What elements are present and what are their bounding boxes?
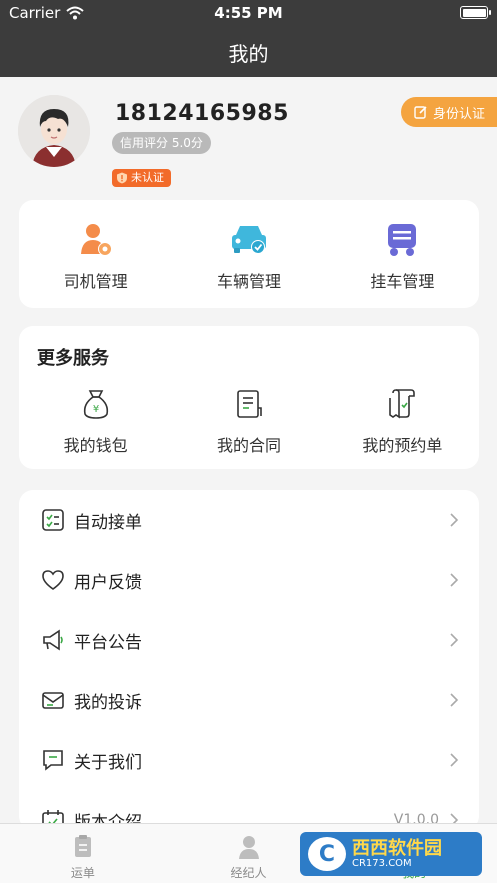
tab-label-waybill: 运单	[70, 866, 95, 880]
site-watermark: C 西西软件园 CR173.COM	[300, 832, 482, 876]
menu-item-about-us[interactable]: 关于我们	[19, 730, 479, 790]
tab-waybill[interactable]: 运单	[0, 824, 166, 883]
page-title: 我的	[228, 42, 269, 66]
watermark-sub-text: CR173.COM	[352, 858, 412, 870]
heart-icon	[42, 570, 64, 590]
wallet-icon: ¥	[83, 390, 108, 419]
svg-text:¥: ¥	[92, 404, 98, 415]
tab-label-broker: 经纪人	[230, 866, 267, 880]
unverified-label: 未认证	[131, 171, 164, 184]
credit-score-badge: 信用评分 5.0分	[112, 132, 211, 154]
menu-item-complaint[interactable]: 我的投诉	[19, 670, 479, 730]
menu-label-announcement: 平台公告	[74, 632, 142, 653]
menu-label-complaint: 我的投诉	[74, 692, 142, 713]
watermark-main-text: 西西软件园	[352, 837, 442, 859]
driver-management-button[interactable]: 司机管理	[19, 220, 172, 292]
watermark-logo-icon: C	[308, 837, 346, 871]
mail-icon	[42, 692, 64, 709]
more-services-title: 更多服务	[37, 348, 109, 369]
wallet-label: 我的钱包	[63, 436, 128, 455]
reservation-icon	[389, 389, 416, 419]
vehicle-management-label: 车辆管理	[216, 272, 281, 291]
trailer-management-button[interactable]: 挂车管理	[326, 220, 479, 292]
contract-button[interactable]: 我的合同	[172, 384, 325, 456]
reservation-label: 我的预约单	[362, 436, 443, 455]
chevron-right-icon	[450, 693, 459, 707]
navigation-bar: Carrier 4:55 PM 我的	[0, 0, 497, 77]
car-icon	[231, 226, 266, 254]
battery-icon	[460, 6, 491, 19]
status-time: 4:55 PM	[214, 4, 283, 22]
contract-label: 我的合同	[216, 436, 281, 455]
menu-label-about-us: 关于我们	[74, 752, 142, 773]
user-phone: 18124165985	[115, 101, 289, 126]
menu-item-announcement[interactable]: 平台公告	[19, 610, 479, 670]
driver-icon	[80, 224, 112, 256]
management-card: 司机管理 车辆管理 挂车管理	[19, 200, 479, 308]
reservation-button[interactable]: 我的预约单	[326, 384, 479, 456]
menu-item-feedback[interactable]: 用户反馈	[19, 550, 479, 610]
person-icon	[238, 836, 259, 859]
menu-label-feedback: 用户反馈	[74, 572, 142, 593]
wallet-button[interactable]: ¥ 我的钱包	[19, 384, 172, 456]
settings-menu-card: 自动接单 用户反馈 平台公告 我的投诉 关于我们 V1.0.0	[19, 490, 479, 833]
trailer-icon	[388, 224, 417, 256]
edit-icon	[414, 106, 427, 119]
trailer-management-label: 挂车管理	[370, 272, 435, 291]
chat-icon	[43, 750, 63, 771]
identity-verify-button[interactable]: 身份认证	[400, 97, 497, 127]
chevron-right-icon	[450, 573, 459, 587]
checklist-icon	[42, 509, 64, 531]
vehicle-management-button[interactable]: 车辆管理	[172, 220, 325, 292]
avatar-illustration	[18, 95, 90, 167]
identity-verify-label: 身份认证	[432, 106, 485, 122]
waybill-icon	[74, 835, 91, 857]
contract-icon	[237, 390, 262, 418]
menu-label-auto-accept: 自动接单	[74, 512, 142, 533]
chevron-right-icon	[450, 633, 459, 647]
chevron-right-icon	[450, 513, 459, 527]
chevron-right-icon	[450, 753, 459, 767]
unverified-badge: 未认证	[112, 169, 171, 187]
more-services-card: 更多服务 ¥ 我的钱包 我的合同 我的预约单	[19, 326, 479, 469]
megaphone-icon	[43, 629, 63, 651]
profile-header: 18124165985 信用评分 5.0分 未认证 身份认证	[0, 77, 497, 197]
warning-shield-icon	[117, 172, 127, 184]
driver-management-label: 司机管理	[63, 272, 128, 291]
menu-item-auto-accept[interactable]: 自动接单	[19, 490, 479, 550]
avatar[interactable]	[18, 95, 90, 167]
